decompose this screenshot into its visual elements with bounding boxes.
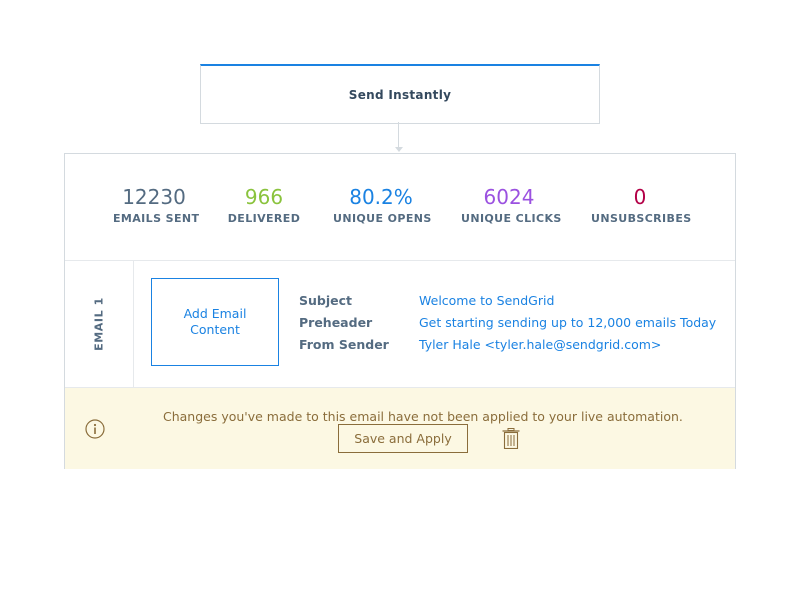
meta-value[interactable]: Get starting sending up to 12,000 emails… [419,315,716,337]
email-tab[interactable]: EMAIL 1 [65,261,134,387]
email-card: 12230 EMAILS SENT 966 DELIVERED 80.2% UN… [64,153,736,469]
unsaved-changes-alert: Changes you've made to this email have n… [65,387,735,469]
meta-value[interactable]: Tyler Hale <tyler.hale@sendgrid.com> [419,337,661,359]
meta-key: Preheader [299,315,373,330]
stat-value: 966 [244,185,284,209]
alert-message: Changes you've made to this email have n… [163,409,683,424]
save-and-apply-button[interactable]: Save and Apply [338,424,468,453]
stat-label: EMAILS SENT [113,212,200,225]
meta-key: From Sender [299,337,389,352]
stat-delivered: 966 DELIVERED [227,184,301,225]
stat-label: DELIVERED [227,212,301,225]
stat-label: UNSUBSCRIBES [591,212,692,225]
stat-value: 6024 [483,185,535,209]
stat-unique-opens: 80.2% UNIQUE OPENS [333,184,432,225]
send-instantly-trigger[interactable]: Send Instantly [200,64,600,124]
email-meta: Subject Welcome to SendGrid Preheader Ge… [299,293,716,359]
meta-row-subject: Subject Welcome to SendGrid [299,293,716,315]
stat-unique-clicks: 6024 UNIQUE CLICKS [461,184,562,225]
stat-emails-sent: 12230 EMAILS SENT [113,184,200,225]
add-email-content-button[interactable]: Add Email Content [151,278,279,366]
stat-value: 0 [633,185,647,209]
stats-bar: 12230 EMAILS SENT 966 DELIVERED 80.2% UN… [65,154,735,261]
stat-label: UNIQUE CLICKS [461,212,562,225]
meta-key: Subject [299,293,352,308]
meta-value[interactable]: Welcome to SendGrid [419,293,554,315]
stat-label: UNIQUE OPENS [333,212,432,225]
trigger-label: Send Instantly [348,87,452,102]
meta-row-preheader: Preheader Get starting sending up to 12,… [299,315,716,337]
stat-unsubscribes: 0 UNSUBSCRIBES [591,184,692,225]
connector-arrow-icon [395,147,403,152]
meta-row-from-sender: From Sender Tyler Hale <tyler.hale@sendg… [299,337,716,359]
email-tab-label: EMAIL 1 [92,297,106,351]
stat-value: 80.2% [349,185,413,209]
info-icon [85,419,105,439]
email-row: EMAIL 1 Add Email Content Subject Welcom… [65,261,735,387]
stat-value: 12230 [122,185,186,209]
connector-line [398,122,399,148]
trash-icon[interactable] [502,428,520,449]
